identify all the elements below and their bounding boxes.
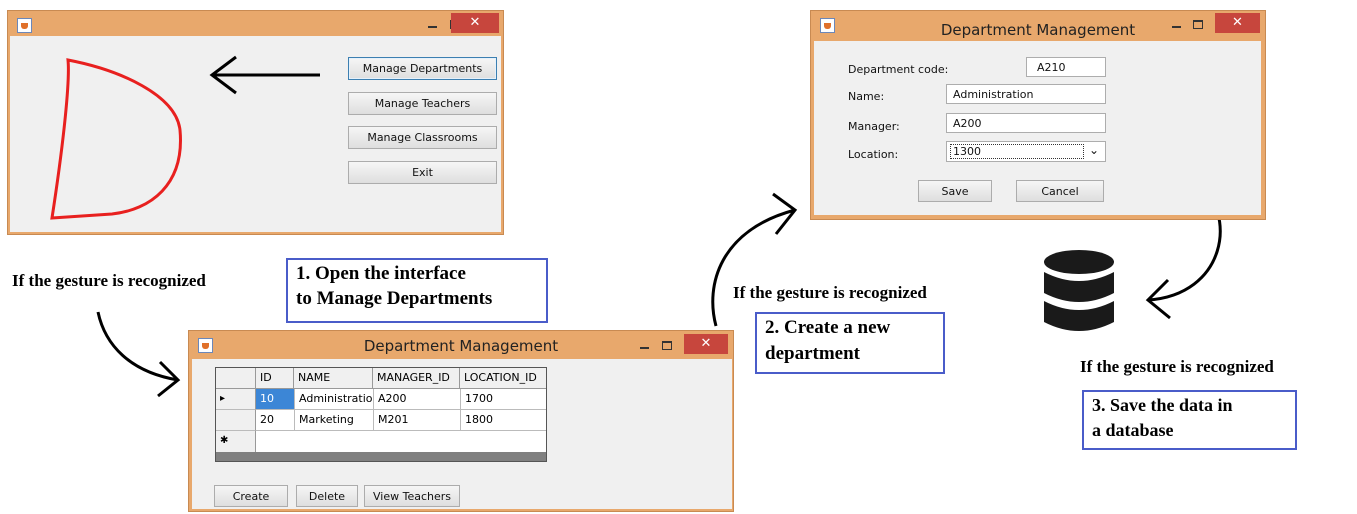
arrow-curve-up-icon xyxy=(711,192,798,327)
close-button[interactable]: ✕ xyxy=(1215,13,1260,33)
step3-box: 3. Save the data in a database xyxy=(1082,390,1297,450)
step1-line1: 1. Open the interface xyxy=(296,263,466,284)
name-label: Name: xyxy=(848,90,885,103)
new-row-cells[interactable] xyxy=(256,431,546,452)
department-list-window: Department Management ✕ ID NAME MANAGER_… xyxy=(188,330,734,512)
maximize-icon[interactable] xyxy=(1190,17,1206,33)
chevron-down-icon: ⌄ xyxy=(1088,143,1099,157)
step3-line2: a database xyxy=(1092,420,1174,440)
view-teachers-button[interactable]: View Teachers xyxy=(364,485,460,507)
manager-field[interactable]: A200 xyxy=(946,113,1106,133)
column-header-location-id[interactable]: LOCATION_ID xyxy=(460,368,546,388)
manager-label: Manager: xyxy=(848,120,900,133)
table-cell[interactable]: A200 xyxy=(373,389,460,410)
column-header-manager-id[interactable]: MANAGER_ID xyxy=(373,368,460,388)
gesture-d-stroke xyxy=(50,58,182,220)
create-button[interactable]: Create xyxy=(214,485,288,507)
minimize-icon[interactable] xyxy=(636,338,652,354)
table-cell[interactable]: Marketing xyxy=(294,410,373,431)
table-cell[interactable]: 1800 xyxy=(460,410,546,431)
minimize-icon[interactable] xyxy=(1168,17,1184,33)
table-cell[interactable]: 10 xyxy=(256,389,294,410)
step2-line2: department xyxy=(765,343,860,364)
row-header xyxy=(216,410,256,431)
table-cell[interactable]: 1700 xyxy=(460,389,546,410)
maximize-icon[interactable] xyxy=(659,338,675,354)
department-list-titlebar: Department Management ✕ xyxy=(189,331,733,361)
row-pointer-icon: ▸ xyxy=(216,389,256,410)
column-header-id[interactable]: ID xyxy=(256,368,294,388)
department-form-client: Department code: A210 Name: Administrati… xyxy=(814,41,1261,215)
location-label: Location: xyxy=(848,148,899,161)
close-button[interactable]: ✕ xyxy=(684,334,728,354)
arrow-left-icon xyxy=(209,55,320,95)
database-icon xyxy=(1044,250,1114,331)
step1-gesture-label: If the gesture is recognized xyxy=(12,271,206,290)
step2-gesture-label: If the gesture is recognized xyxy=(733,283,927,302)
step2-box: 2. Create a new department xyxy=(755,312,945,374)
cancel-button[interactable]: Cancel xyxy=(1016,180,1104,202)
location-select[interactable]: 1300 ⌄ xyxy=(946,141,1106,162)
table-cell[interactable]: 20 xyxy=(256,410,294,431)
step1-line2: to Manage Departments xyxy=(296,288,493,309)
column-header-name[interactable]: NAME xyxy=(294,368,373,388)
table-cell[interactable]: M201 xyxy=(373,410,460,431)
name-field[interactable]: Administration xyxy=(946,84,1106,104)
department-form-titlebar: Department Management ✕ xyxy=(811,11,1265,41)
grid-row-header-corner xyxy=(216,368,256,388)
arrow-curve-down-icon xyxy=(96,311,181,398)
step3-line1: 3. Save the data in xyxy=(1092,395,1233,415)
new-row-marker-icon: ✱ xyxy=(216,431,256,452)
department-list-client: ID NAME MANAGER_ID LOCATION_ID ▸ 10 Admi… xyxy=(192,359,732,509)
department-code-field[interactable]: A210 xyxy=(1026,57,1106,77)
save-button[interactable]: Save xyxy=(918,180,992,202)
table-cell[interactable]: Administratior xyxy=(294,389,373,410)
department-grid[interactable]: ID NAME MANAGER_ID LOCATION_ID ▸ 10 Admi… xyxy=(215,367,547,462)
step3-gesture-label: If the gesture is recognized xyxy=(1080,357,1274,376)
step2-line1: 2. Create a new xyxy=(765,317,891,338)
location-select-value: 1300 xyxy=(950,144,1084,159)
department-form-window: Department Management ✕ Department code:… xyxy=(810,10,1266,220)
department-code-label: Department code: xyxy=(848,63,949,76)
delete-button[interactable]: Delete xyxy=(296,485,358,507)
step1-box: 1. Open the interface to Manage Departme… xyxy=(286,258,548,323)
